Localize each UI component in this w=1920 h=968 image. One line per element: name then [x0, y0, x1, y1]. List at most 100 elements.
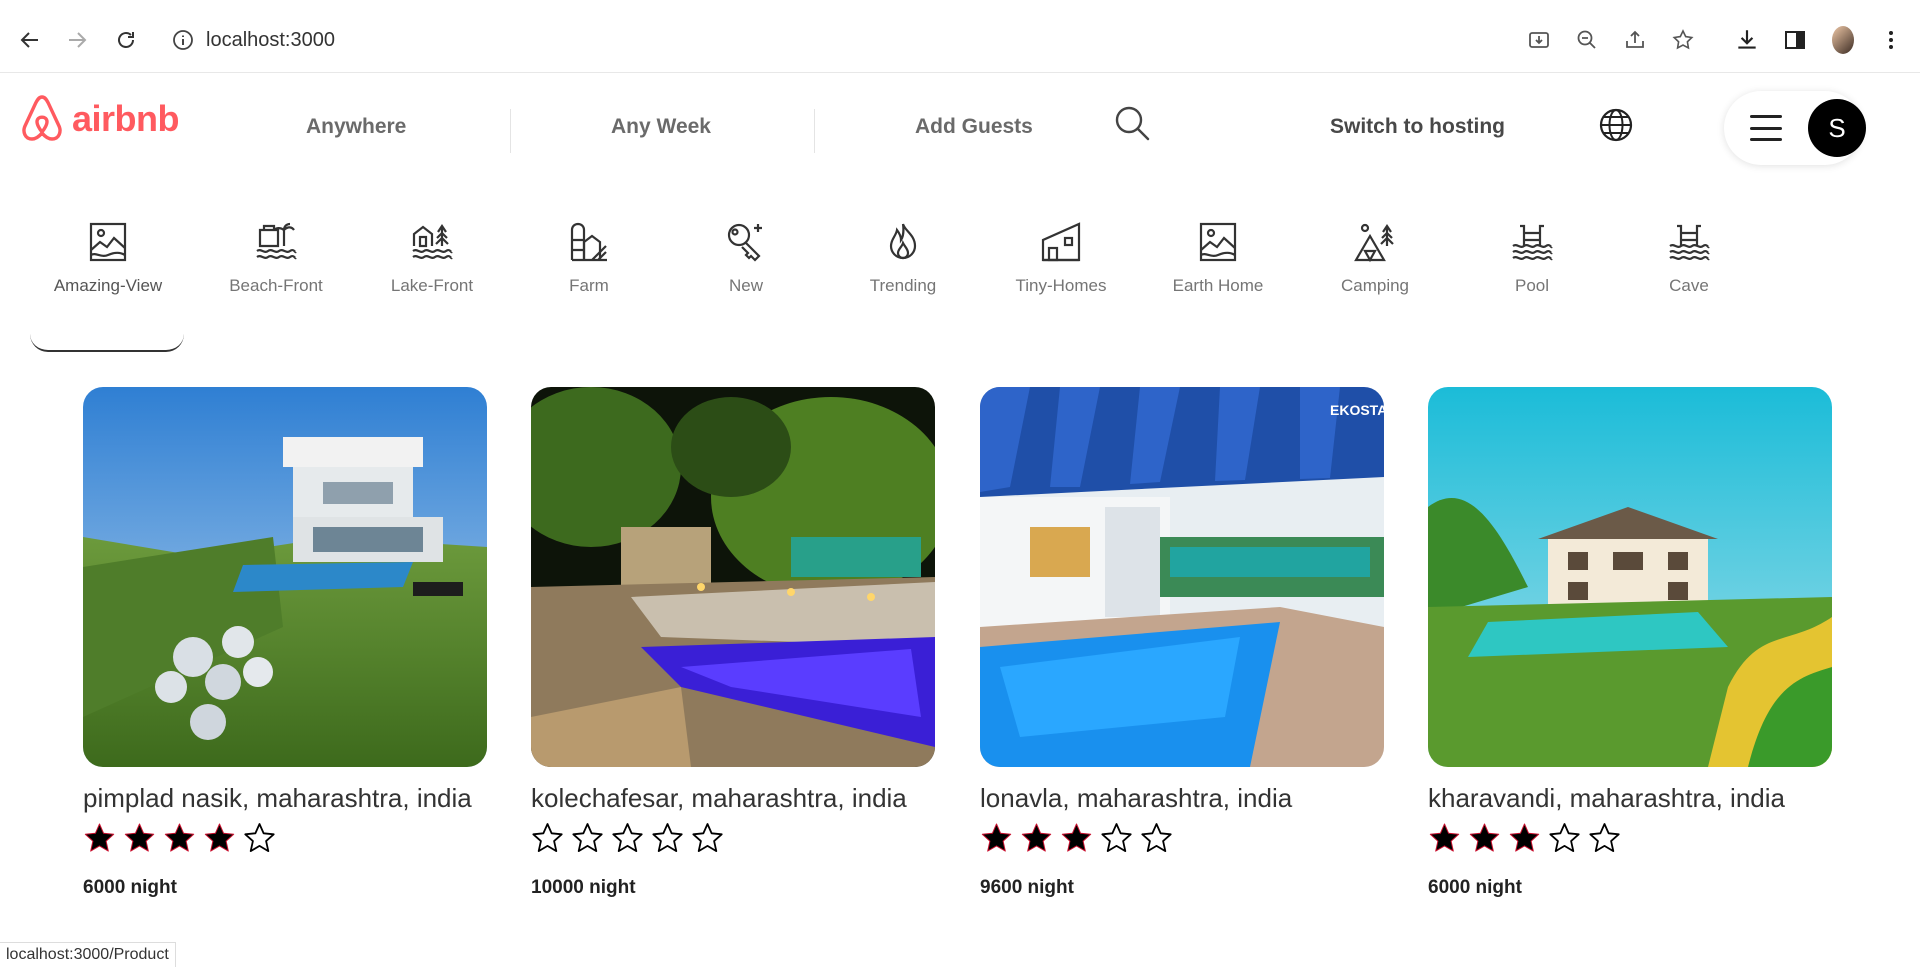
- airbnb-logo[interactable]: airbnb: [18, 93, 180, 145]
- forward-arrow-icon: [69, 32, 87, 48]
- listing-price: 6000 night: [83, 877, 177, 898]
- star-empty-icon: [1549, 823, 1580, 852]
- listing-price: 6000 night: [1428, 877, 1522, 898]
- bookmark-button[interactable]: [1668, 25, 1698, 55]
- beach-front-icon: [256, 222, 297, 260]
- side-panel-button[interactable]: [1780, 25, 1810, 55]
- listing-price: 10000 night: [531, 877, 636, 898]
- star-filled-icon: [1429, 823, 1460, 852]
- star-empty-icon: [692, 823, 723, 852]
- category-label: Amazing-View: [53, 276, 163, 295]
- category-camping[interactable]: Camping: [1305, 220, 1445, 296]
- star-filled-icon: [164, 823, 195, 852]
- zoom-out-icon: [1577, 30, 1596, 49]
- villa-lawn-image: [83, 387, 487, 767]
- category-label: Lake-Front: [390, 276, 474, 295]
- star-empty-icon: [244, 823, 275, 852]
- anywhere-button[interactable]: Anywhere: [306, 115, 406, 139]
- listing-photo[interactable]: [531, 387, 935, 767]
- site-header: airbnb Anywhere Any Week Add Guests Swit…: [0, 73, 1920, 183]
- any-week-button[interactable]: Any Week: [611, 115, 711, 139]
- covered-pool-image: EKOSTAY: [980, 387, 1384, 767]
- listing-card[interactable]: EKOSTAY lonavla, maharashtra, india 9600…: [980, 387, 1384, 899]
- trending-flame-icon: [889, 223, 917, 260]
- category-label: Cave: [1669, 276, 1709, 295]
- star-empty-icon: [1101, 823, 1132, 852]
- farm-icon: [570, 222, 607, 262]
- category-label: New: [728, 276, 763, 295]
- star-empty-icon: [612, 823, 643, 852]
- install-app-button[interactable]: [1524, 25, 1554, 55]
- listing-card[interactable]: kharavandi, maharashtra, india 6000 nigh…: [1428, 387, 1832, 899]
- user-menu-button[interactable]: S: [1724, 91, 1866, 165]
- star-filled-icon: [981, 823, 1012, 852]
- reload-button[interactable]: [108, 22, 144, 58]
- downloads-button[interactable]: [1732, 25, 1762, 55]
- category-earth-home[interactable]: Earth Home: [1148, 220, 1288, 296]
- add-guests-button[interactable]: Add Guests: [915, 115, 1033, 139]
- listing-card[interactable]: pimplad nasik, maharashtra, india 6000 n…: [83, 387, 487, 899]
- zoom-button[interactable]: [1572, 25, 1602, 55]
- search-icon[interactable]: [1112, 103, 1152, 143]
- category-label: Beach-Front: [229, 276, 323, 295]
- star-rating: [980, 822, 1384, 855]
- category-label: Earth Home: [1172, 276, 1264, 295]
- category-tiny-homes[interactable]: Tiny-Homes: [991, 220, 1131, 296]
- listing-location: kharavandi, maharashtra, india: [1428, 783, 1785, 813]
- category-beach-front[interactable]: Beach-Front: [206, 220, 346, 296]
- airbnb-belo-icon: [22, 95, 62, 141]
- profile-button[interactable]: [1828, 25, 1858, 55]
- star-outline-icon: [1672, 29, 1694, 50]
- logo-wordmark: airbnb: [72, 98, 180, 139]
- category-lake-front[interactable]: Lake-Front: [362, 220, 502, 296]
- ekostay-watermark: EKOSTAY: [1330, 402, 1384, 418]
- category-pool[interactable]: Pool: [1462, 220, 1602, 296]
- amazing-view-icon: [89, 222, 127, 262]
- back-button[interactable]: [12, 22, 48, 58]
- tiny-homes-icon: [1041, 222, 1081, 262]
- browser-toolbar: localhost:3000: [0, 0, 1920, 73]
- user-avatar: S: [1808, 99, 1866, 157]
- category-label: Pool: [1514, 276, 1550, 295]
- category-bar: Amazing-View Beach-Front Lake-Front Farm…: [0, 210, 1920, 352]
- star-filled-icon: [84, 823, 115, 852]
- listing-photo[interactable]: EKOSTAY: [980, 387, 1384, 767]
- listing-photo[interactable]: [83, 387, 487, 767]
- star-filled-icon: [1469, 823, 1500, 852]
- star-rating: [1428, 822, 1832, 855]
- listing-location: kolechafesar, maharashtra, india: [531, 783, 907, 813]
- category-label: Tiny-Homes: [1015, 276, 1107, 295]
- hamburger-menu-icon: [1750, 115, 1782, 141]
- side-panel-icon: [1785, 31, 1805, 49]
- listing-location: lonavla, maharashtra, india: [980, 783, 1293, 813]
- star-filled-icon: [1509, 823, 1540, 852]
- category-cave[interactable]: Cave: [1619, 220, 1759, 296]
- new-icon: [727, 223, 762, 262]
- listing-card[interactable]: kolechafesar, maharashtra, india 10000 n…: [531, 387, 935, 899]
- category-amazing-view[interactable]: Amazing-View: [38, 220, 178, 296]
- status-bar-url: localhost:3000/Product: [0, 942, 176, 967]
- cave-icon: [1669, 224, 1710, 261]
- pool-icon: [1512, 224, 1553, 261]
- category-label: Camping: [1340, 276, 1410, 295]
- listing-price: 9600 night: [980, 877, 1074, 898]
- category-farm[interactable]: Farm: [519, 220, 659, 296]
- category-trending[interactable]: Trending: [833, 220, 973, 296]
- url-text[interactable]: localhost:3000: [206, 29, 335, 52]
- search-divider: [814, 109, 815, 153]
- address-bar[interactable]: localhost:3000: [172, 22, 335, 58]
- category-new[interactable]: New: [676, 220, 816, 296]
- category-label: Farm: [569, 276, 609, 295]
- globe-icon[interactable]: [1598, 107, 1634, 143]
- more-menu-button[interactable]: [1876, 25, 1906, 55]
- listing-photo[interactable]: [1428, 387, 1832, 767]
- info-icon[interactable]: [172, 29, 194, 51]
- kebab-menu-icon: [1889, 31, 1893, 49]
- profile-avatar: [1832, 26, 1854, 54]
- switch-to-hosting-link[interactable]: Switch to hosting: [1330, 115, 1505, 139]
- forward-button[interactable]: [59, 22, 95, 58]
- star-empty-icon: [1141, 823, 1172, 852]
- share-button[interactable]: [1620, 25, 1650, 55]
- night-pool-image: [531, 387, 935, 767]
- reload-icon: [118, 32, 134, 48]
